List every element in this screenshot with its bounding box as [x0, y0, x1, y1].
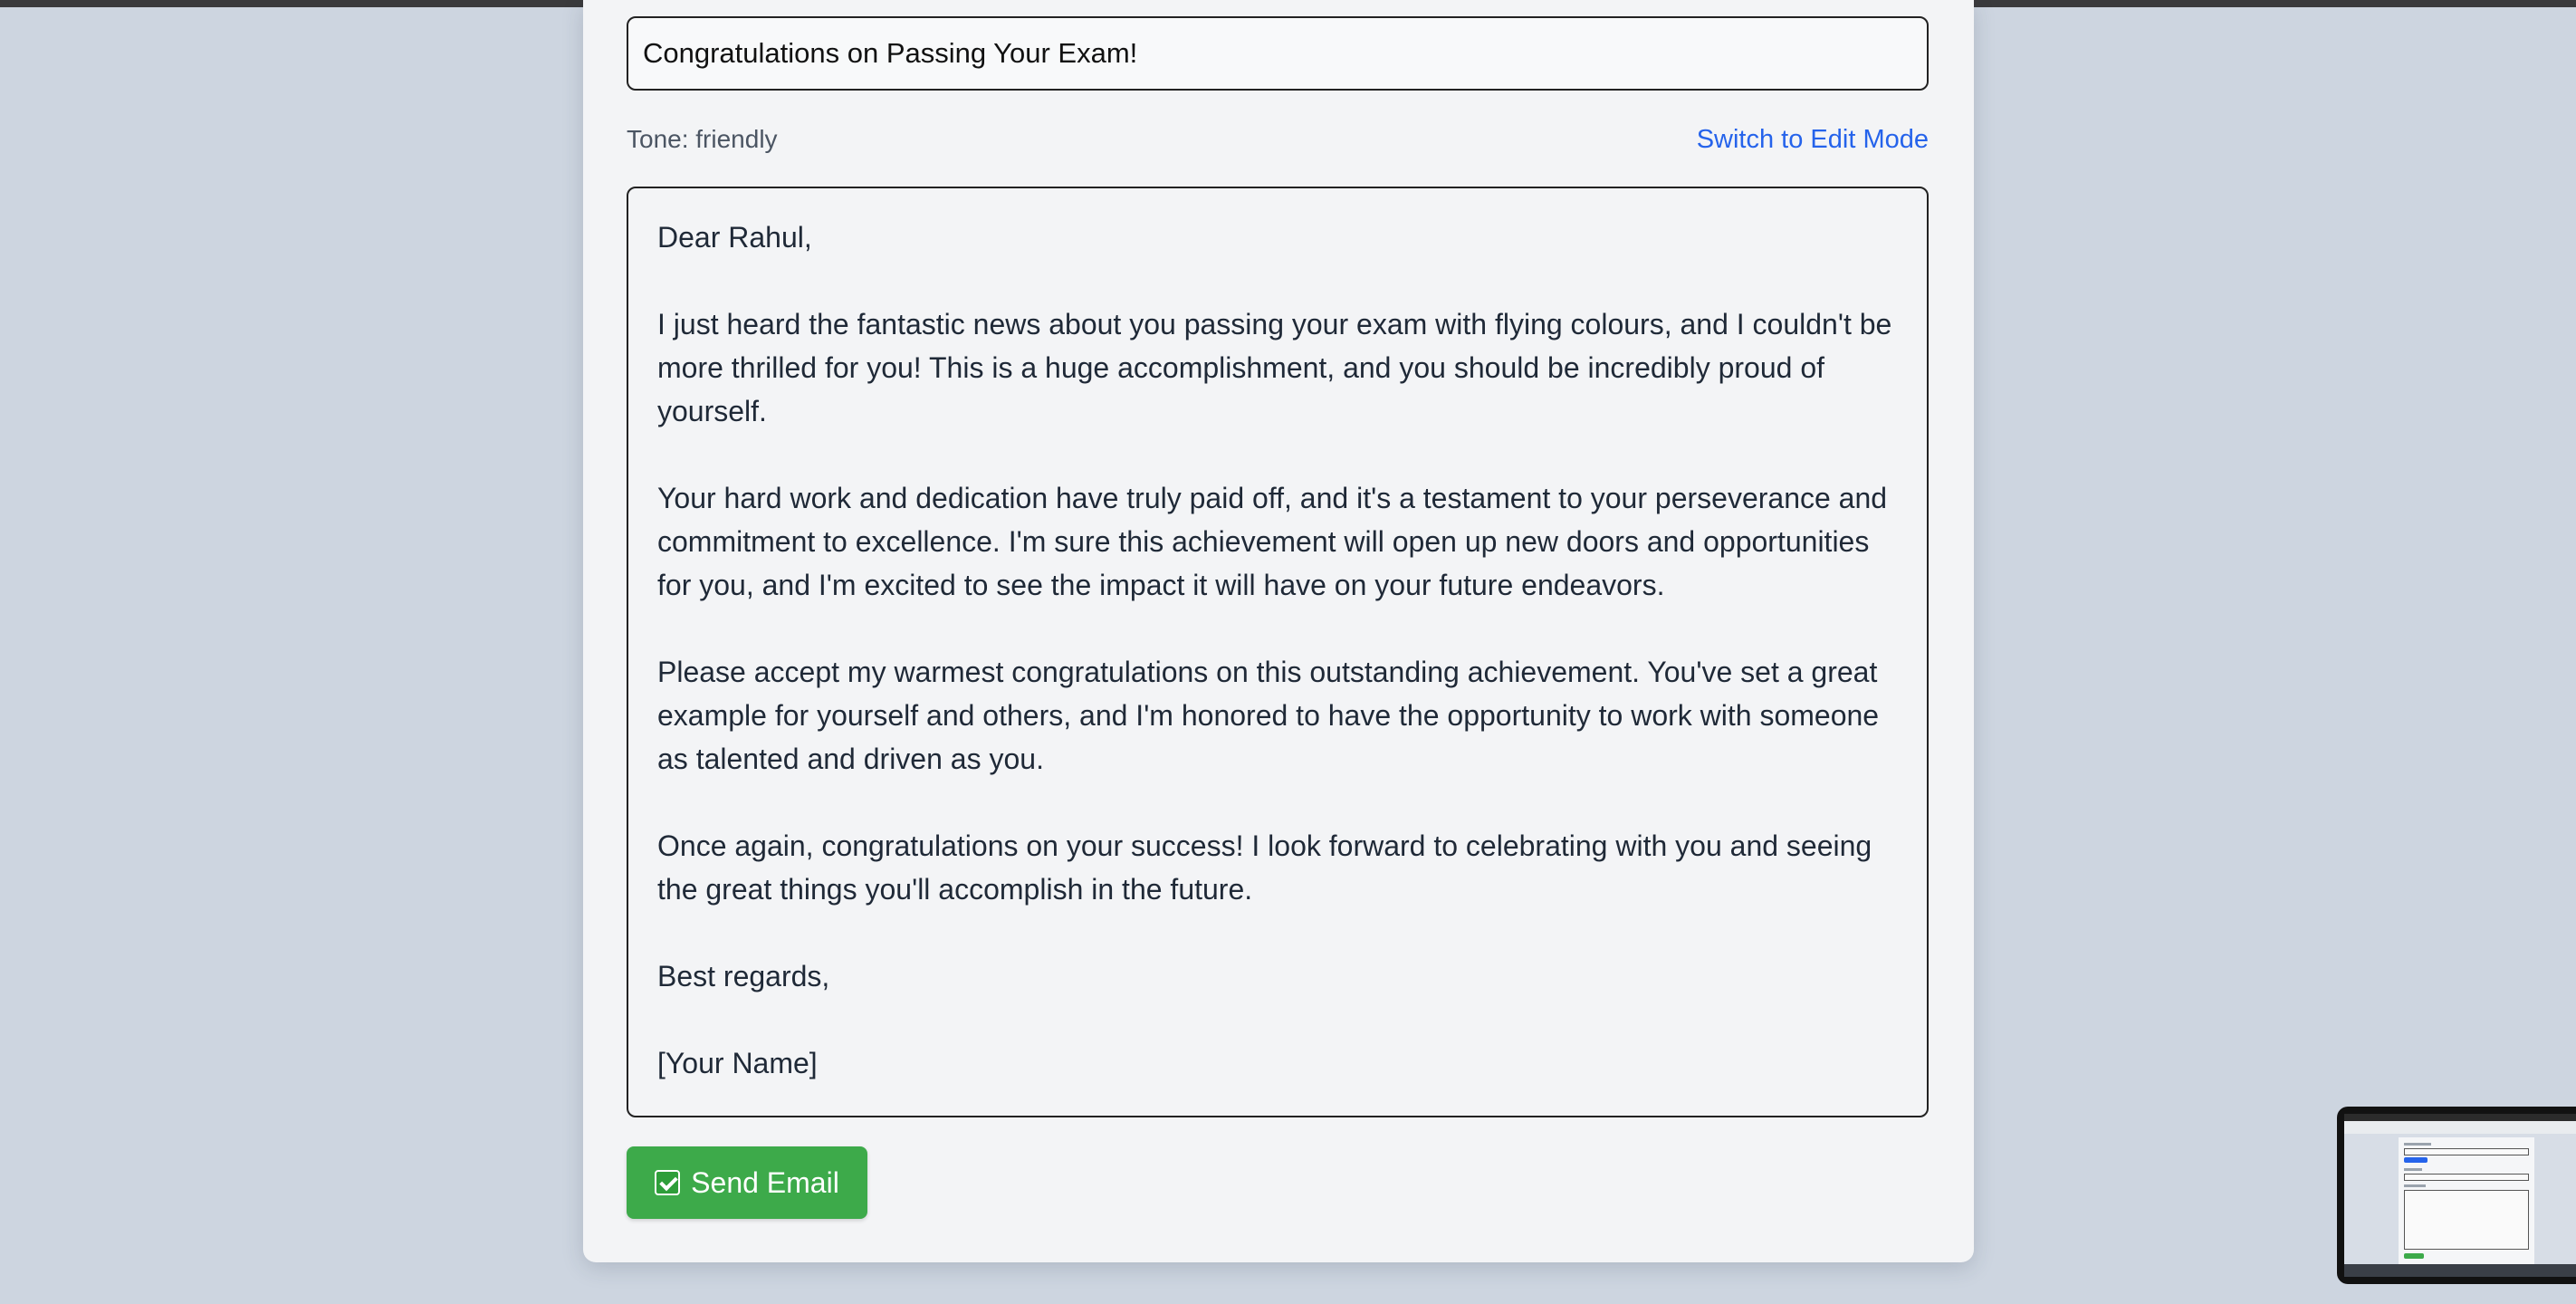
- thumbnail-box: [2404, 1148, 2529, 1155]
- subject-input[interactable]: [627, 16, 1929, 91]
- thumbnail-blue-button: [2404, 1157, 2428, 1163]
- tone-row: Tone: friendly Switch to Edit Mode: [627, 121, 1929, 158]
- check-box-icon: [655, 1170, 681, 1195]
- thumbnail-green-button: [2404, 1253, 2424, 1259]
- email-closing: Best regards,: [657, 960, 830, 992]
- thumbnail-line: [2404, 1168, 2422, 1171]
- send-email-button[interactable]: Send Email: [627, 1146, 867, 1219]
- switch-to-edit-mode-link[interactable]: Switch to Edit Mode: [1697, 121, 1929, 158]
- thumbnail-box: [2404, 1190, 2529, 1250]
- email-paragraph-1: I just heard the fantastic news about yo…: [657, 308, 1892, 427]
- thumbnail-box: [2404, 1174, 2529, 1181]
- email-greeting: Dear Rahul,: [657, 221, 812, 254]
- thumbnail-line: [2404, 1184, 2426, 1187]
- email-paragraph-2: Your hard work and dedication have truly…: [657, 482, 1888, 601]
- tone-label: Tone: friendly: [627, 125, 778, 153]
- email-paragraph-4: Once again, congratulations on your succ…: [657, 829, 1872, 906]
- email-signature: [Your Name]: [657, 1047, 818, 1079]
- screen-recording-thumbnail[interactable]: [2337, 1107, 2576, 1284]
- thumbnail-card: [2399, 1137, 2534, 1264]
- send-email-label: Send Email: [691, 1165, 839, 1199]
- thumbnail-menubar: [2344, 1114, 2576, 1121]
- thumbnail-toolbar: [2344, 1121, 2576, 1134]
- thumbnail-dock: [2344, 1264, 2576, 1277]
- email-composer-card: Tone: friendly Switch to Edit Mode Dear …: [583, 0, 1974, 1262]
- email-body-preview[interactable]: Dear Rahul, I just heard the fantastic n…: [627, 187, 1929, 1117]
- thumbnail-screen: [2344, 1114, 2576, 1277]
- thumbnail-line: [2404, 1143, 2431, 1146]
- email-paragraph-3: Please accept my warmest congratulations…: [657, 656, 1880, 775]
